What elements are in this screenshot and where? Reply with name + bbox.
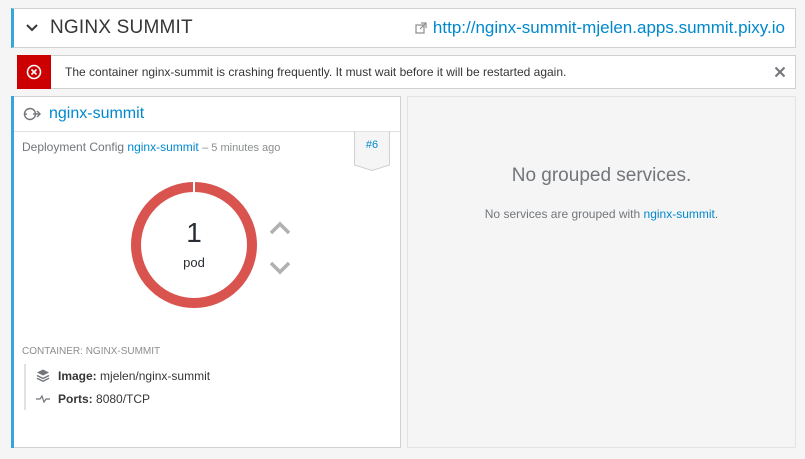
chevron-down-icon: [26, 24, 38, 32]
deployment-meta: Deployment Config nginx-summit – 5 minut…: [22, 140, 280, 154]
deployment-header: nginx-summit: [14, 97, 400, 132]
version-badge[interactable]: #6: [354, 130, 390, 172]
external-link-icon: [415, 22, 427, 34]
pulse-icon: [36, 394, 50, 403]
ports-value: 8080/TCP: [96, 391, 151, 406]
image-label: Image:: [58, 368, 97, 383]
chevron-down-icon: [269, 261, 291, 275]
deployment-timestamp: – 5 minutes ago: [202, 142, 281, 154]
app-header: NGINX SUMMIT http://nginx-summit-mjelen.…: [11, 8, 796, 48]
deployment-name-link[interactable]: nginx-summit: [49, 105, 144, 123]
route-url-link[interactable]: http://nginx-summit-mjelen.apps.summit.p…: [433, 18, 785, 38]
grouped-empty-title: No grouped services.: [511, 165, 692, 186]
deployment-config-link[interactable]: nginx-summit: [127, 140, 198, 154]
crash-alert: The container nginx-summit is crashing f…: [17, 55, 796, 89]
version-badge-label: #6: [365, 139, 379, 151]
ribbon-shape: [354, 130, 390, 172]
alert-icon-box: [17, 55, 51, 89]
grouped-services-panel: No grouped services. No services are gro…: [407, 96, 796, 448]
scale-down-button[interactable]: [268, 261, 292, 280]
route-link-group: http://nginx-summit-mjelen.apps.summit.p…: [415, 18, 785, 38]
deployment-card: nginx-summit Deployment Config nginx-sum…: [14, 96, 401, 448]
image-value: mjelen/nginx-summit: [100, 368, 211, 383]
deployment-meta-label: Deployment Config: [22, 140, 125, 154]
pod-count: 1: [186, 217, 202, 248]
layers-icon: [36, 369, 50, 382]
grouped-sub-suffix: .: [714, 207, 719, 221]
deployment-config-icon: [23, 107, 41, 121]
container-details: Image: mjelen/nginx-summit Ports: 8080/T…: [24, 364, 210, 410]
alert-message: The container nginx-summit is crashing f…: [65, 65, 567, 79]
ports-label: Ports:: [58, 391, 93, 406]
chevron-up-icon: [269, 221, 291, 235]
ports-row: Ports: 8080/TCP: [36, 387, 210, 410]
collapse-toggle[interactable]: [14, 23, 50, 33]
alert-close-button[interactable]: [774, 66, 786, 78]
grouped-sub-prefix: No services are grouped with: [484, 207, 641, 221]
container-label: CONTAINER: NGINX-SUMMIT: [22, 346, 161, 357]
app-title: NGINX SUMMIT: [50, 17, 193, 38]
grouped-empty-subtitle: No services are grouped with nginx-summi…: [408, 207, 795, 221]
error-circle-icon: [26, 64, 42, 80]
scale-up-button[interactable]: [268, 221, 292, 240]
pod-label: pod: [183, 255, 205, 270]
image-row: Image: mjelen/nginx-summit: [36, 364, 210, 387]
grouped-service-link[interactable]: nginx-summit: [644, 207, 715, 221]
close-icon: [774, 66, 786, 78]
